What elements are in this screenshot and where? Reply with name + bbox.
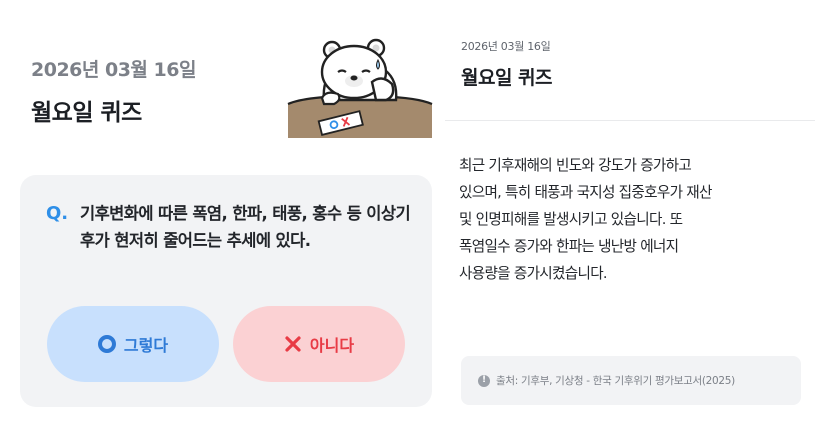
question-text: 기후변화에 따른 폭염, 한파, 태풍, 홍수 등 이상기후가 현저히 줄어드는… xyxy=(80,204,411,250)
info-icon: ! xyxy=(478,374,490,387)
quiz-date: 2026년 03월 16일 xyxy=(31,59,196,81)
quiz-panel: 2026년 03월 16일 월요일 퀴즈 Q. 기후변화에 따른 폭염, 한파,… xyxy=(0,0,445,440)
explanation-title: 월요일 퀴즈 xyxy=(461,67,553,89)
divider xyxy=(445,120,815,121)
explanation-panel: 2026년 03월 16일 월요일 퀴즈 최근 기후재해의 빈도와 강도가 증가… xyxy=(445,0,829,440)
cross-x-icon xyxy=(285,336,301,352)
explanation-date: 2026년 03월 16일 xyxy=(461,40,551,53)
answer-yes-button[interactable]: 그렇다 xyxy=(47,306,219,382)
circle-o-icon xyxy=(97,335,116,353)
source-box: ! 출처: 기후부, 기상청 - 한국 기후위기 평가보고서(2025) xyxy=(461,356,801,405)
question-prefix: Q. xyxy=(46,203,69,224)
source-text: 출처: 기후부, 기상청 - 한국 기후위기 평가보고서(2025) xyxy=(496,375,735,387)
answer-no-label: 아니다 xyxy=(309,336,355,355)
answer-no-button[interactable]: 아니다 xyxy=(233,306,405,382)
polar-bear-mascot-icon xyxy=(287,38,433,138)
explanation-text: 최근 기후재해의 빈도와 강도가 증가하고 있으며, 특히 태풍과 국지성 집중… xyxy=(459,157,712,282)
quiz-title: 월요일 퀴즈 xyxy=(31,100,142,126)
question-card: Q. 기후변화에 따른 폭염, 한파, 태풍, 홍수 등 이상기후가 현저히 줄… xyxy=(20,175,432,407)
answer-yes-label: 그렇다 xyxy=(123,336,169,355)
